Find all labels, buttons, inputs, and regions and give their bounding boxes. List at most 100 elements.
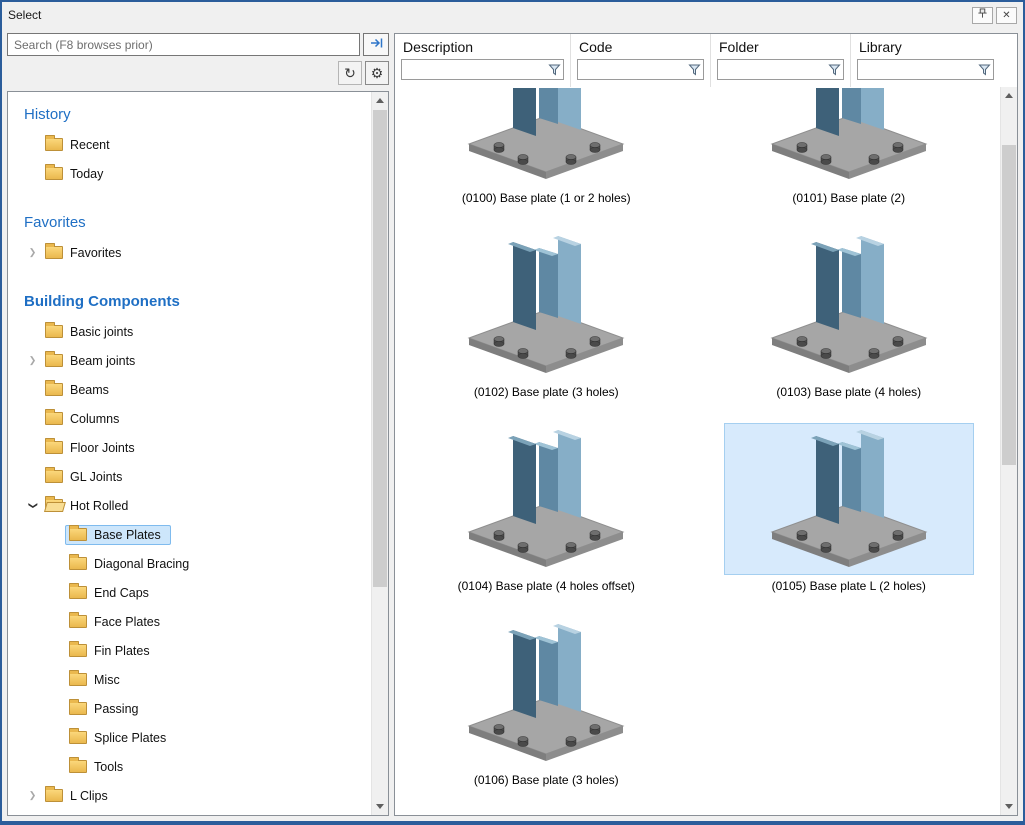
folder-icon (45, 470, 63, 483)
tree-item[interactable]: End Caps (8, 578, 371, 607)
base-plate-3d-thumbnail (461, 618, 631, 768)
scrollbar-down-button[interactable] (372, 798, 388, 815)
filter-input[interactable] (858, 60, 993, 79)
tree-item[interactable]: Misc (8, 665, 371, 694)
tree-item-label: Favorites (70, 246, 121, 260)
tree-item[interactable]: GL Joints (8, 462, 371, 491)
column-header-label[interactable]: Folder (713, 37, 848, 58)
column-header-label[interactable]: Description (397, 37, 568, 58)
down-arrow-icon (1005, 804, 1013, 809)
base-plate-3d-thumbnail (461, 87, 631, 186)
tree-item[interactable]: Diagonal Bracing (8, 549, 371, 578)
folder-icon (69, 702, 87, 715)
scrollbar-thumb[interactable] (1002, 145, 1016, 465)
tree-section-favorites: Favorites Favorites (8, 206, 371, 267)
tree-item[interactable]: Favorites (8, 238, 371, 267)
tree-item[interactable]: Fin Plates (8, 636, 371, 665)
base-plate-3d-thumbnail (461, 424, 631, 574)
tree-item[interactable]: Beam joints (8, 346, 371, 375)
base-plate-3d-thumbnail (764, 424, 934, 574)
tree-item-label: End Caps (94, 586, 149, 600)
filter-funnel-icon[interactable] (688, 63, 701, 81)
component-thumbnail[interactable] (421, 423, 671, 575)
component-item[interactable]: (0101) Base plate (2) (717, 87, 981, 207)
search-go-button[interactable] (363, 33, 389, 56)
component-item[interactable]: (0100) Base plate (1 or 2 holes) (414, 87, 678, 207)
pin-button[interactable] (972, 7, 993, 24)
results-header: Description Code (395, 34, 1017, 87)
folder-icon (45, 167, 63, 180)
component-item[interactable]: (0105) Base plate L (2 holes) (717, 423, 981, 595)
filter-input[interactable] (578, 60, 703, 79)
component-thumbnail[interactable] (724, 87, 974, 187)
filter-input[interactable] (718, 60, 843, 79)
filter-funnel-icon[interactable] (828, 63, 841, 81)
scrollbar-thumb[interactable] (373, 110, 387, 587)
component-thumbnail[interactable] (421, 617, 671, 769)
filter-input[interactable] (402, 60, 563, 79)
tree-item-label: Basic joints (70, 325, 133, 339)
tree-item[interactable]: Base Plates (8, 520, 371, 549)
tree-item[interactable]: Beams (8, 375, 371, 404)
folder-icon (69, 673, 87, 686)
tree-item[interactable]: L Clips (8, 781, 371, 810)
tree-item[interactable]: Passing (8, 694, 371, 723)
component-item[interactable]: (0104) Base plate (4 holes offset) (414, 423, 678, 595)
component-thumbnail[interactable] (724, 229, 974, 381)
component-item[interactable]: (0103) Base plate (4 holes) (717, 229, 981, 401)
tree-item-label: L Clips (70, 789, 108, 803)
column-header-label[interactable]: Library (853, 37, 998, 58)
expander-icon[interactable] (24, 247, 41, 258)
scrollbar-down-button[interactable] (1001, 798, 1017, 815)
tree-item-label: Recent (70, 138, 110, 152)
refresh-button[interactable]: ↻ (338, 61, 362, 85)
tree-item[interactable]: Columns (8, 404, 371, 433)
expander-icon[interactable] (24, 355, 41, 366)
scrollbar-up-button[interactable] (1001, 87, 1017, 104)
component-caption: (0102) Base plate (3 holes) (474, 383, 619, 401)
search-input[interactable] (7, 33, 360, 56)
titlebar[interactable]: Select ✕ (2, 2, 1023, 28)
tree-item[interactable]: Today (8, 159, 371, 188)
tree-item-label: Face Plates (94, 615, 160, 629)
tree-item[interactable]: Floor Joints (8, 433, 371, 462)
folder-icon (69, 615, 87, 628)
tree-item[interactable]: Tools (8, 752, 371, 781)
select-dialog: Select ✕ ↻ (0, 0, 1025, 825)
expander-icon[interactable] (24, 790, 41, 801)
scrollbar-up-button[interactable] (372, 92, 388, 109)
folder-icon (69, 557, 87, 570)
window-title: Select (8, 8, 969, 22)
tree-item[interactable]: Hot Rolled (8, 491, 371, 520)
tree-item[interactable]: Recent (8, 130, 371, 159)
settings-button[interactable]: ⚙ (365, 61, 389, 85)
tree-item-label: Splice Plates (94, 731, 166, 745)
results-scrollbar[interactable] (1000, 87, 1017, 815)
folder-icon (45, 354, 63, 367)
tree-item[interactable]: Face Plates (8, 607, 371, 636)
column-header-label[interactable]: Code (573, 37, 708, 58)
close-button[interactable]: ✕ (996, 7, 1017, 24)
tree-item-label: Fin Plates (94, 644, 150, 658)
component-item[interactable]: (0106) Base plate (3 holes) (414, 617, 678, 789)
folder-tree: History Recent (7, 91, 389, 816)
base-plate-3d-thumbnail (764, 230, 934, 380)
tree-scrollbar[interactable] (371, 92, 388, 815)
component-thumbnail[interactable] (421, 229, 671, 381)
expander-icon[interactable] (24, 500, 41, 511)
tree-section-history: History Recent (8, 98, 371, 188)
component-thumbnail[interactable] (724, 423, 974, 575)
column-header: Description (395, 34, 570, 87)
folder-icon (45, 412, 63, 425)
tree-item[interactable]: Basic joints (8, 317, 371, 346)
folder-icon (69, 528, 87, 541)
component-thumbnail[interactable] (421, 87, 671, 187)
filter-funnel-icon[interactable] (548, 63, 561, 81)
column-header: Code (570, 34, 710, 87)
down-arrow-icon (376, 804, 384, 809)
component-item[interactable]: (0102) Base plate (3 holes) (414, 229, 678, 401)
tree-item-label: Tools (94, 760, 123, 774)
filter-funnel-icon[interactable] (978, 63, 991, 81)
tree-item[interactable]: Splice Plates (8, 723, 371, 752)
tree-item-label: Passing (94, 702, 138, 716)
